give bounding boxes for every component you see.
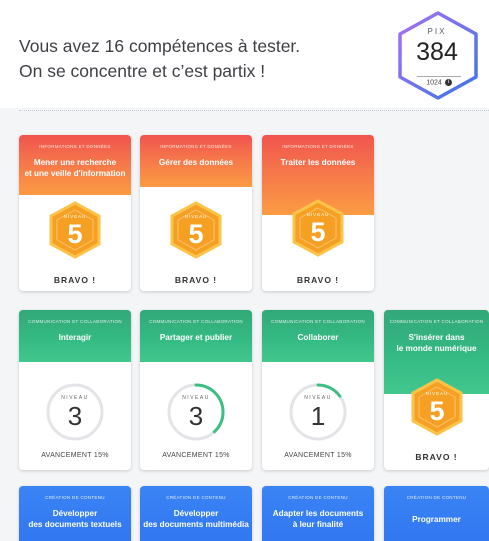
- level-value: 5: [67, 219, 83, 249]
- level-gauge: NIVEAU 3: [166, 382, 226, 442]
- card-title: Partager et publier: [159, 333, 233, 342]
- level-hex-badge: NIVEAU 5: [410, 378, 464, 436]
- card-area: CRÉATION DE CONTENU: [166, 495, 226, 500]
- card-header: INFORMATIONS ET DONNÉES Mener une recher…: [19, 135, 131, 195]
- card-header: CRÉATION DE CONTENU Développer des docum…: [19, 486, 131, 541]
- card-area: COMMUNICATION ET COLLABORATION: [271, 319, 365, 324]
- level-value: 5: [188, 219, 204, 249]
- competence-card[interactable]: CRÉATION DE CONTENU Développer des docum…: [19, 486, 131, 541]
- info-icon[interactable]: i: [444, 79, 452, 86]
- intro-text: Vous avez 16 compétences à tester. On se…: [19, 34, 300, 84]
- status-text: BRAVO !: [53, 275, 97, 285]
- level-value: 5: [429, 396, 445, 426]
- pix-label: PIX: [427, 27, 447, 36]
- divider: [19, 110, 489, 111]
- card-header: COMMUNICATION ET COLLABORATION Interagir: [19, 310, 131, 362]
- card-header: CRÉATION DE CONTENU Développer des docum…: [140, 486, 252, 541]
- card-title: Collaborer: [297, 333, 339, 342]
- card-title: Mener une recherche et une veille d'info…: [24, 158, 126, 178]
- card-title: Programmer: [412, 515, 461, 524]
- intro-line-1: Vous avez 16 compétences à tester.: [19, 36, 301, 56]
- card-area: CRÉATION DE CONTENU: [45, 495, 105, 500]
- card-title: Développer des documents textuels: [28, 509, 122, 529]
- level-hex-badge: NIVEAU 5: [291, 199, 345, 257]
- competence-card[interactable]: CRÉATION DE CONTENU Développer des docum…: [140, 486, 252, 541]
- pix-max-score: 1024 i: [417, 76, 461, 86]
- competence-card[interactable]: INFORMATIONS ET DONNÉES Mener une recher…: [19, 135, 131, 291]
- competence-card[interactable]: COMMUNICATION ET COLLABORATION Collabore…: [262, 310, 374, 470]
- pix-max-value: 1024: [426, 79, 442, 87]
- competence-card[interactable]: CRÉATION DE CONTENU Programmer: [384, 486, 489, 541]
- progress-text: AVANCEMENT 15%: [284, 452, 352, 459]
- level-hex-badge: NIVEAU 5: [169, 201, 223, 259]
- progress-text: AVANCEMENT 15%: [41, 452, 109, 459]
- card-area: INFORMATIONS ET DONNÉES: [282, 144, 354, 149]
- header: Vous avez 16 compétences à tester. On se…: [0, 0, 489, 108]
- level-gauge: NIVEAU 3: [45, 382, 105, 442]
- card-header: CRÉATION DE CONTENU Adapter les document…: [262, 486, 374, 541]
- card-title: Interagir: [58, 333, 92, 342]
- card-area: INFORMATIONS ET DONNÉES: [39, 144, 111, 149]
- competence-card[interactable]: COMMUNICATION ET COLLABORATION Interagir…: [19, 310, 131, 470]
- card-header: COMMUNICATION ET COLLABORATION Partager …: [140, 310, 252, 362]
- level-hex-badge: NIVEAU 5: [48, 201, 102, 259]
- card-title: Traiter les données: [280, 158, 356, 167]
- competence-card[interactable]: COMMUNICATION ET COLLABORATION S'insérer…: [384, 310, 489, 470]
- competence-card[interactable]: INFORMATIONS ET DONNÉES Gérer des donnée…: [140, 135, 252, 291]
- card-title: S'insérer dans le monde numérique: [396, 333, 477, 353]
- card-area: COMMUNICATION ET COLLABORATION: [149, 319, 243, 324]
- card-title: Développer des documents multimédia: [143, 509, 249, 529]
- competence-card[interactable]: COMMUNICATION ET COLLABORATION Partager …: [140, 310, 252, 470]
- card-header: CRÉATION DE CONTENU Programmer: [384, 486, 489, 541]
- pix-score: 384: [416, 38, 458, 66]
- card-header: COMMUNICATION ET COLLABORATION Collabore…: [262, 310, 374, 362]
- competence-card[interactable]: CRÉATION DE CONTENU Adapter les document…: [262, 486, 374, 541]
- level-value: 5: [310, 217, 326, 247]
- card-area: CRÉATION DE CONTENU: [288, 495, 348, 500]
- status-text: BRAVO !: [174, 275, 218, 285]
- card-title: Adapter les documents à leur finalité: [272, 509, 364, 529]
- card-title: Gérer des données: [158, 158, 234, 167]
- card-area: INFORMATIONS ET DONNÉES: [160, 144, 232, 149]
- pix-score-badge[interactable]: PIX 384 1024 i: [393, 10, 483, 100]
- level-value: 3: [67, 401, 83, 431]
- level-gauge: NIVEAU 1: [288, 382, 348, 442]
- progress-text: AVANCEMENT 15%: [162, 452, 230, 459]
- status-text: BRAVO !: [415, 452, 458, 462]
- card-area: CRÉATION DE CONTENU: [406, 495, 467, 500]
- card-header: INFORMATIONS ET DONNÉES Gérer des donnée…: [140, 135, 252, 187]
- level-value: 3: [188, 401, 204, 431]
- competence-card[interactable]: INFORMATIONS ET DONNÉES Traiter les donn…: [262, 135, 374, 291]
- level-value: 1: [310, 401, 326, 431]
- status-text: BRAVO !: [296, 275, 340, 285]
- card-area: COMMUNICATION ET COLLABORATION: [28, 319, 122, 324]
- intro-line-2: On se concentre et c’est partix !: [19, 61, 266, 81]
- card-area: COMMUNICATION ET COLLABORATION: [389, 319, 484, 324]
